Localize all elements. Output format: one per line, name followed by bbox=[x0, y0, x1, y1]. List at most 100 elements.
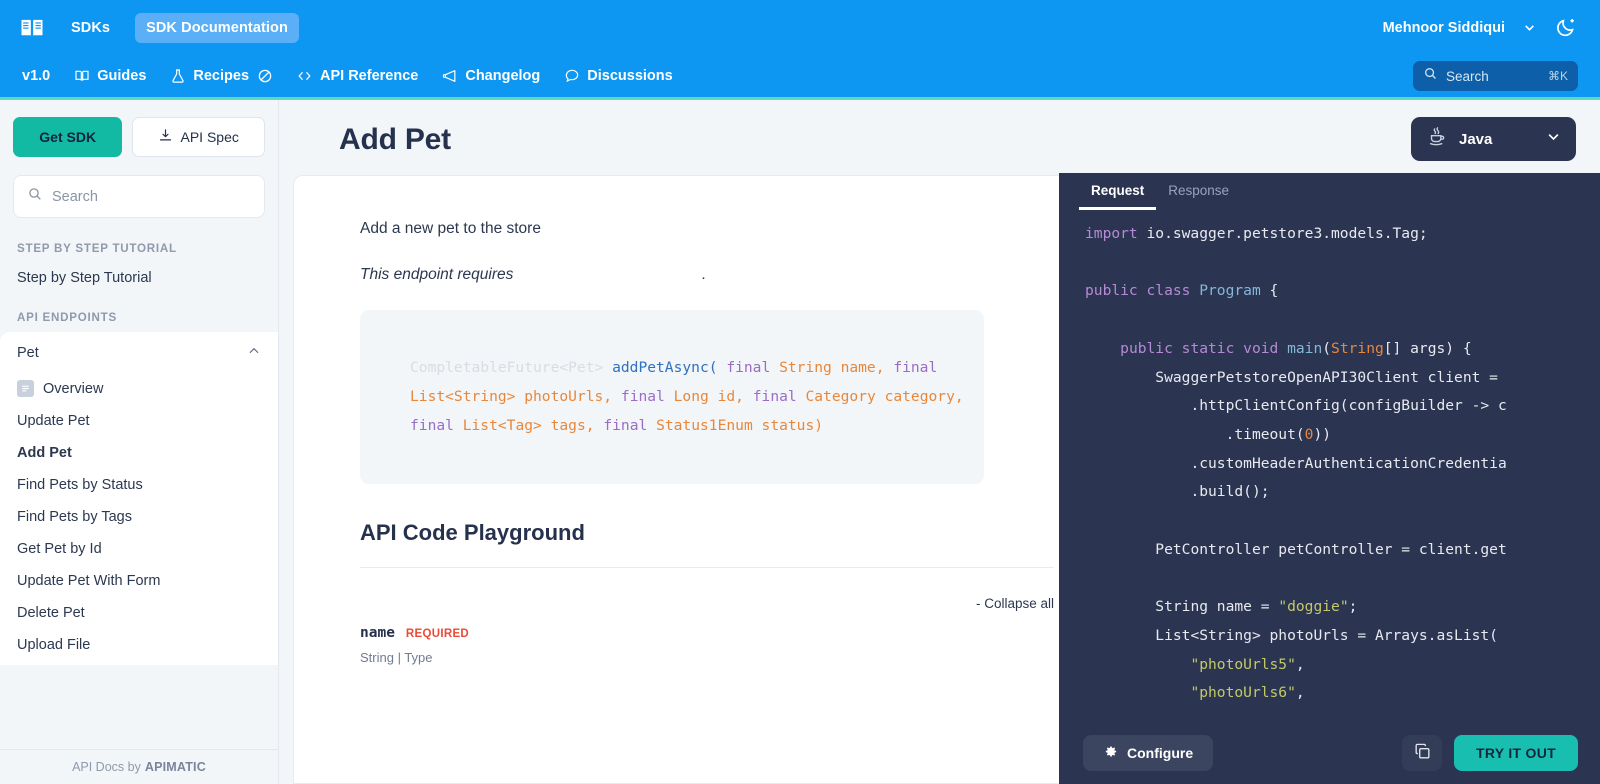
moon-icon[interactable] bbox=[1554, 17, 1576, 39]
body: Get SDK API Spec Search STEP BY STEP TUT… bbox=[0, 100, 1600, 784]
signature-param-1-name: photoUrls, bbox=[524, 387, 613, 405]
code-sample[interactable]: import io.swagger.petstore3.models.Tag; … bbox=[1059, 210, 1600, 722]
global-search-placeholder: Search bbox=[1446, 68, 1489, 84]
sidebar-footer-brand: APIMATIC bbox=[144, 760, 206, 774]
top-bar-right: Mehnoor Siddiqui bbox=[1383, 17, 1582, 39]
nav-item-discussions-label: Discussions bbox=[587, 68, 673, 84]
nav-item-discussions[interactable]: Discussions bbox=[563, 68, 673, 85]
open-book-icon[interactable] bbox=[18, 14, 46, 42]
sidebar-footer: API Docs by APIMATIC bbox=[0, 749, 278, 784]
signature-param-2-type: Long bbox=[673, 387, 709, 405]
search-icon bbox=[1423, 66, 1438, 86]
sidebar-item-get-pet-by-id[interactable]: Get Pet by Id bbox=[0, 533, 278, 565]
document-icon bbox=[17, 380, 34, 397]
sidebar-item-find-pets-by-tags[interactable]: Find Pets by Tags bbox=[0, 501, 278, 533]
signature-param-1-mod: final bbox=[893, 359, 938, 376]
sidebar-top: Get SDK API Spec Search bbox=[0, 100, 278, 218]
configure-label: Configure bbox=[1127, 745, 1194, 761]
signature-param-4-name: tags, bbox=[550, 416, 595, 434]
user-name[interactable]: Mehnoor Siddiqui bbox=[1383, 20, 1505, 36]
main-content: Add Pet Add a new pet to the store This … bbox=[279, 100, 1600, 784]
sidebar-search-placeholder: Search bbox=[52, 188, 98, 205]
flask-icon bbox=[169, 68, 186, 85]
search-icon bbox=[27, 186, 43, 207]
configure-button[interactable]: Configure bbox=[1083, 735, 1214, 771]
chevron-down-icon[interactable] bbox=[1523, 21, 1536, 34]
signature-param-3-name: category, bbox=[884, 387, 964, 405]
chevron-down-icon[interactable] bbox=[1546, 129, 1561, 149]
sidebar-item-update-pet-with-form[interactable]: Update Pet With Form bbox=[0, 565, 278, 597]
tab-response[interactable]: Response bbox=[1156, 173, 1241, 210]
download-icon bbox=[158, 128, 173, 146]
java-coffee-icon bbox=[1426, 126, 1448, 153]
sidebar-item-overview-label: Overview bbox=[43, 380, 104, 397]
signature-return-type: CompletableFuture<Pet> bbox=[410, 359, 604, 376]
nav-item-changelog[interactable]: Changelog bbox=[441, 68, 540, 85]
method-signature-block: CompletableFuture<Pet> addPetAsync( fina… bbox=[360, 310, 984, 485]
api-spec-button[interactable]: API Spec bbox=[132, 117, 265, 157]
top-link-sdk-documentation[interactable]: SDK Documentation bbox=[135, 12, 299, 43]
collapse-code-panel-button[interactable] bbox=[1059, 228, 1062, 274]
collapse-all-button[interactable]: - Collapse all bbox=[360, 596, 1054, 611]
sidebar-item-step-by-step-tutorial[interactable]: Step by Step Tutorial bbox=[0, 261, 278, 295]
signature-param-0-type: String bbox=[779, 359, 832, 376]
sidebar-item-find-pets-by-status[interactable]: Find Pets by Status bbox=[0, 469, 278, 501]
get-sdk-button[interactable]: Get SDK bbox=[13, 117, 123, 157]
endpoint-requires-suffix: . bbox=[702, 266, 707, 283]
language-selector[interactable]: Java bbox=[1411, 117, 1576, 161]
sidebar-nav: STEP BY STEP TUTORIAL Step by Step Tutor… bbox=[0, 218, 278, 749]
sidebar-item-add-pet[interactable]: Add Pet bbox=[0, 437, 278, 469]
signature-param-3-type: Category bbox=[805, 387, 876, 405]
code-panel-footer: Configure TRY IT OUT bbox=[1059, 722, 1600, 784]
nav-version[interactable]: v1.0 bbox=[22, 68, 50, 84]
gear-icon bbox=[1103, 744, 1118, 762]
copy-code-button[interactable] bbox=[1402, 735, 1442, 771]
nav-item-guides[interactable]: Guides bbox=[73, 68, 146, 85]
signature-param-3-mod: final bbox=[752, 387, 797, 405]
global-search-shortcut: ⌘K bbox=[1547, 69, 1568, 83]
signature-param-0-name: name, bbox=[840, 359, 885, 376]
sidebar-group-pet: Pet Overview Update Pet Add Pet Find Pet… bbox=[0, 332, 278, 665]
nav-version-label: v1.0 bbox=[22, 68, 51, 84]
playground-divider bbox=[360, 567, 1054, 569]
endpoint-requires-prefix: This endpoint requires bbox=[360, 266, 514, 283]
global-search-input[interactable]: Search ⌘K bbox=[1413, 61, 1578, 91]
sidebar-footer-prefix: API Docs by bbox=[72, 760, 141, 774]
book-icon bbox=[73, 68, 90, 85]
nav-item-guides-label: Guides bbox=[97, 68, 147, 84]
try-it-out-button[interactable]: TRY IT OUT bbox=[1454, 735, 1578, 771]
signature-param-5-name: status) bbox=[761, 416, 824, 434]
nav-item-changelog-label: Changelog bbox=[465, 68, 541, 84]
app-root: SDKs SDK Documentation Mehnoor Siddiqui … bbox=[0, 0, 1600, 784]
nav-item-recipes[interactable]: Recipes bbox=[169, 68, 273, 85]
signature-param-2-name: id, bbox=[717, 387, 744, 405]
sidebar-item-upload-file[interactable]: Upload File bbox=[0, 629, 278, 661]
param-required-badge: REQUIRED bbox=[405, 628, 470, 641]
sidebar-button-row: Get SDK API Spec bbox=[13, 117, 265, 157]
sidebar-item-delete-pet[interactable]: Delete Pet bbox=[0, 597, 278, 629]
sidebar-heading-tutorial: STEP BY STEP TUTORIAL bbox=[17, 242, 177, 255]
top-bar: SDKs SDK Documentation Mehnoor Siddiqui bbox=[0, 0, 1600, 55]
signature-param-0-mod: final bbox=[726, 359, 771, 376]
sidebar-item-overview[interactable]: Overview bbox=[0, 372, 278, 405]
sidebar-heading-api-endpoints: API ENDPOINTS bbox=[17, 311, 117, 324]
code-brackets-icon bbox=[296, 68, 313, 85]
top-link-sdks[interactable]: SDKs bbox=[60, 13, 121, 43]
chat-bubble-icon bbox=[563, 68, 580, 85]
sidebar-item-update-pet[interactable]: Update Pet bbox=[0, 405, 278, 437]
chevron-up-icon[interactable] bbox=[247, 344, 261, 362]
param-name-label: name bbox=[360, 625, 395, 642]
sidebar-search-input[interactable]: Search bbox=[13, 175, 265, 218]
sidebar-group-pet-header[interactable]: Pet bbox=[0, 332, 278, 372]
nav-bar: v1.0 Guides Recipes API Reference Change… bbox=[0, 55, 1600, 100]
sidebar-group-pet-label: Pet bbox=[17, 345, 39, 361]
signature-param-2-mod: final bbox=[620, 387, 665, 405]
code-panel: Request Response import io.swagger.petst… bbox=[1059, 173, 1600, 784]
nav-item-api-reference[interactable]: API Reference bbox=[296, 68, 418, 85]
signature-param-4-type: List<Tag> bbox=[462, 416, 542, 434]
tab-request[interactable]: Request bbox=[1079, 173, 1157, 210]
api-spec-label: API Spec bbox=[180, 129, 239, 145]
signature-param-1-type: List<String> bbox=[410, 387, 516, 405]
main-header: Add Pet bbox=[279, 100, 1600, 175]
signature-param-5-mod: final bbox=[603, 416, 648, 434]
